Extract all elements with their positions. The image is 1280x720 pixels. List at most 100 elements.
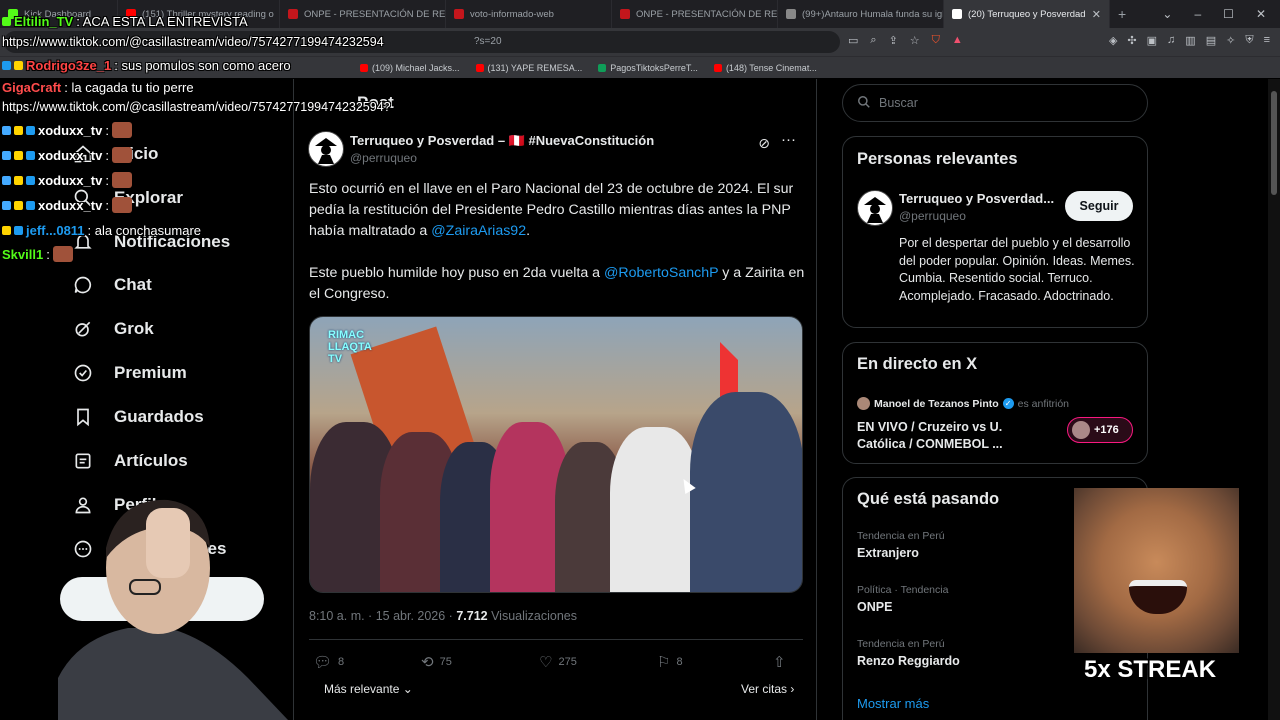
maximize-icon[interactable]: ☐ <box>1223 7 1234 21</box>
follow-button[interactable]: Seguir <box>1065 191 1133 221</box>
person-figure <box>690 392 802 592</box>
bookmark-button[interactable]: ⚐ 8 <box>657 653 683 671</box>
sidebar-icon[interactable]: ▥ <box>1185 34 1195 47</box>
music-icon[interactable]: ♫ <box>1167 34 1175 47</box>
premium-icon <box>72 362 94 384</box>
nav-item-premium[interactable]: Premium <box>72 362 187 384</box>
like-button[interactable]: ♡ 275 <box>539 653 577 671</box>
grok-explain-icon[interactable]: ⊘ <box>758 135 770 152</box>
brave-shield-icon[interactable]: ⛉ <box>932 34 940 47</box>
scrollbar-thumb[interactable] <box>1271 91 1277 195</box>
nav-item-chat[interactable]: Chat <box>72 274 152 296</box>
close-tab-icon[interactable]: ✕ <box>1092 8 1101 21</box>
search-icon <box>857 95 871 112</box>
home-icon <box>72 143 94 165</box>
share-icon[interactable]: ⇪ <box>889 34 898 47</box>
grok-icon <box>72 318 94 340</box>
bookmark-item[interactable]: (131) YAPE REMESA... <box>475 63 582 73</box>
browser-tab[interactable]: (151) Thriller mystery reading o <box>118 0 280 28</box>
browser-tab[interactable]: voto-informado-web <box>446 0 612 28</box>
browser-tab-bar: Kick Dashboard (151) Thriller mystery re… <box>0 0 1280 28</box>
author-avatar[interactable] <box>308 131 344 167</box>
trend-item[interactable]: Tendencia en Perú Renzo Reggiardo <box>857 638 960 668</box>
user-icon <box>72 494 94 516</box>
nav-item-bookmarks[interactable]: Guardados <box>72 406 204 428</box>
nav-item-articles[interactable]: Artículos <box>72 450 188 472</box>
search-icon <box>72 187 94 209</box>
show-more-link[interactable]: Mostrar más <box>857 696 929 711</box>
relevant-bio: Por el despertar del pueblo y el desarro… <box>899 236 1135 303</box>
install-icon[interactable]: ▭ <box>848 34 858 47</box>
nav-item-profile[interactable]: Perfil <box>72 494 157 516</box>
leo-icon[interactable]: ✧ <box>1226 34 1235 47</box>
bookmark-favicon-icon <box>475 63 484 72</box>
tab-favicon-icon <box>126 9 136 19</box>
zoom-icon[interactable]: ⌕ <box>870 34 876 47</box>
nav-item-grok[interactable]: Grok <box>72 318 154 340</box>
browser-tab[interactable]: ONPE - PRESENTACIÓN DE RESULT <box>280 0 446 28</box>
downloads-icon[interactable]: ▤ <box>1206 34 1216 47</box>
right-sidebar: Buscar Personas relevantes Terruqueo y P… <box>842 79 1148 720</box>
live-event-title: EN VIVO / Cruzeiro vs U. Católica / CONM… <box>857 420 1003 451</box>
minimize-icon[interactable]: – <box>1194 7 1201 21</box>
bookmark-item[interactable]: (148) Tense Cinemat... <box>713 63 817 73</box>
author-name[interactable]: Terruqueo y Posverdad – 🇵🇪 #NuevaConstit… <box>350 133 654 149</box>
browser-tab[interactable]: (99+)Antauro Humala funda su igle <box>778 0 944 28</box>
nav-item-notifications[interactable]: Notificaciones <box>72 231 230 253</box>
nav-item-more[interactable]: Más opciones <box>72 538 226 560</box>
reply-button[interactable]: 💬︎ 8 <box>313 653 344 671</box>
address-bar-row: ?s=20 ▭ ⌕ ⇪ ☆ ⛉ ▲ ◈ ✣ ▣ ♫ ▥ ▤ ✧ ⛨ ≡ <box>0 28 1280 56</box>
heart-icon: ♡ <box>539 654 553 671</box>
new-tab-button[interactable]: + <box>1110 0 1140 28</box>
live-listeners-badge: +176 <box>1067 417 1133 443</box>
view-quotes-link[interactable]: Ver citas › <box>741 682 794 696</box>
live-host: Manoel de Tezanos Pinto ✓ es anfitrión <box>857 397 1069 410</box>
mention-link[interactable]: @RobertoSanchP <box>604 265 718 281</box>
mention-link[interactable]: @ZairaArias92 <box>431 223 526 239</box>
share-button[interactable]: ⇧ <box>773 653 786 671</box>
post-button[interactable] <box>60 577 264 621</box>
more-circle-icon <box>72 538 94 560</box>
trend-item[interactable]: Política · Tendencia ONPE <box>857 584 948 614</box>
close-window-icon[interactable]: ✕ <box>1256 7 1266 21</box>
browser-tab[interactable]: ONPE - PRESENTACIÓN DE RESULT <box>612 0 778 28</box>
relevant-avatar[interactable] <box>857 190 893 226</box>
live-on-x-card[interactable]: En directo en X Manoel de Tezanos Pinto … <box>842 342 1148 464</box>
trends-card: Qué está pasando Tendencia en Perú Extran… <box>842 477 1148 720</box>
repost-button[interactable]: ⟲ 75 <box>421 653 452 671</box>
tab-search-icon[interactable]: ⌄ <box>1162 7 1172 21</box>
nav-item-explore[interactable]: Explorar <box>72 187 183 209</box>
relevant-name[interactable]: Terruqueo y Posverdad... <box>899 191 1054 206</box>
window-controls: ⌄ – ☐ ✕ <box>1162 7 1280 21</box>
url-field[interactable]: ?s=20 <box>4 31 840 53</box>
nav-item-home[interactable]: Inicio <box>72 143 158 165</box>
post-video[interactable]: RIMAC LLAQTA TV <box>309 316 803 593</box>
wallet-icon[interactable]: ◈ <box>1109 34 1117 47</box>
trend-item[interactable]: Tendencia en Perú Extranjero <box>857 530 945 560</box>
relevant-handle[interactable]: @perruqueo <box>899 209 966 223</box>
post-actions: 💬︎ 8 ⟲ 75 ♡ 275 ⚐ 8 ⇧ <box>309 653 803 673</box>
toolbar-icons: ◈ ✣ ▣ ♫ ▥ ▤ ✧ ⛨ ≡ <box>1109 34 1270 47</box>
menu-icon[interactable]: ≡ <box>1264 34 1270 47</box>
author-handle[interactable]: @perruqueo <box>350 151 417 165</box>
more-options-icon[interactable]: ··· <box>781 131 796 148</box>
browser-tab-active[interactable]: (20) Terruqueo y Posverdad ✕ <box>944 0 1110 28</box>
extensions-icon[interactable]: ✣ <box>1127 34 1136 47</box>
bookmark-star-icon[interactable]: ☆ <box>910 34 920 47</box>
rewards-icon[interactable]: ▲ <box>952 34 963 47</box>
post-meta: 8:10 a. m. · 15 abr. 2026 · 7.712 Visual… <box>309 609 577 623</box>
post-column: ← Post Terruqueo y Posverdad – 🇵🇪 #Nueva… <box>293 79 817 720</box>
page-title: Post <box>357 93 394 112</box>
vpn-icon[interactable]: ⛨ <box>1245 34 1253 47</box>
articles-icon <box>72 450 94 472</box>
search-input[interactable]: Buscar <box>842 84 1148 122</box>
back-arrow-icon[interactable]: ← <box>310 93 327 113</box>
browser-tab[interactable]: Kick Dashboard <box>0 0 118 28</box>
bookmark-item[interactable]: (109) Michael Jacks... <box>360 63 460 73</box>
tab-icon[interactable]: ▣ <box>1147 34 1157 47</box>
bookmark-item[interactable]: PagosTiktoksPerreT... <box>598 63 698 73</box>
page-scrollbar[interactable] <box>1268 79 1280 720</box>
tab-favicon-icon <box>620 9 630 19</box>
post-text: Esto ocurrió en el llave en el Paro Naci… <box>309 179 809 326</box>
sort-replies-dropdown[interactable]: Más relevante ⌄ <box>324 682 413 696</box>
